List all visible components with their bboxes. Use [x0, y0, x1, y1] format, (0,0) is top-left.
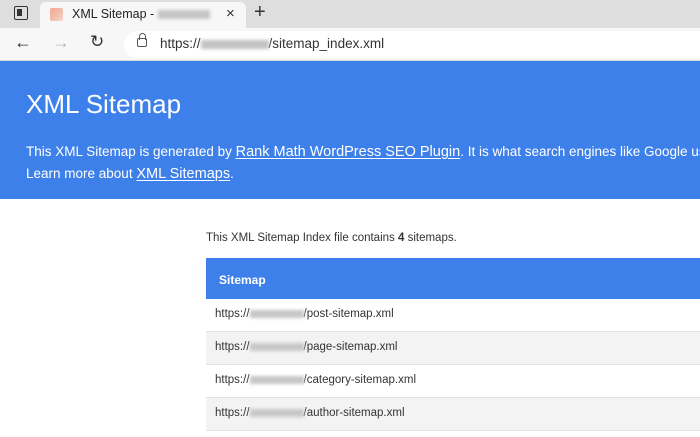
redacted-domain: [158, 10, 211, 20]
browser-toolbar: ← → ↻ https:///sitemap_index.xml: [0, 28, 700, 61]
site-favicon-icon: [50, 8, 63, 21]
tab-actions-icon[interactable]: [14, 6, 28, 20]
redacted-domain: [249, 342, 304, 351]
table-row[interactable]: https:///page-sitemap.xml: [206, 332, 700, 365]
redacted-domain: [249, 375, 304, 384]
redacted-domain: [249, 408, 304, 417]
lock-icon[interactable]: [137, 33, 147, 47]
back-button[interactable]: ←: [14, 32, 32, 53]
page-title: XML Sitemap: [26, 89, 182, 119]
forward-button[interactable]: →: [52, 32, 70, 53]
table-row[interactable]: https:///author-sitemap.xml: [206, 398, 700, 431]
redacted-domain: [200, 39, 269, 49]
close-tab-icon[interactable]: ×: [226, 5, 235, 22]
address-bar[interactable]: https:///sitemap_index.xml: [124, 31, 700, 58]
table-header-sitemap: Sitemap: [206, 258, 700, 299]
header-description: This XML Sitemap is generated by Rank Ma…: [26, 144, 700, 182]
page-header: XML Sitemap This XML Sitemap is generate…: [0, 61, 700, 199]
table-row[interactable]: https:///post-sitemap.xml: [206, 299, 700, 332]
tab-bar: XML Sitemap - × +: [0, 0, 700, 28]
sitemap-count-summary: This XML Sitemap Index file contains 4 s…: [206, 232, 457, 244]
table-row[interactable]: https:///category-sitemap.xml: [206, 365, 700, 398]
xml-sitemaps-link[interactable]: XML Sitemaps: [136, 166, 230, 182]
tab-title: XML Sitemap -: [72, 7, 211, 21]
rank-math-link[interactable]: Rank Math WordPress SEO Plugin: [236, 144, 461, 160]
sitemap-table: Sitemap https:///post-sitemap.xml https:…: [206, 258, 700, 431]
new-tab-button[interactable]: +: [254, 1, 266, 24]
url-text[interactable]: https:///sitemap_index.xml: [160, 36, 384, 51]
reload-button[interactable]: ↻: [90, 32, 104, 52]
active-tab[interactable]: XML Sitemap - ×: [40, 2, 246, 28]
redacted-domain: [249, 309, 304, 318]
